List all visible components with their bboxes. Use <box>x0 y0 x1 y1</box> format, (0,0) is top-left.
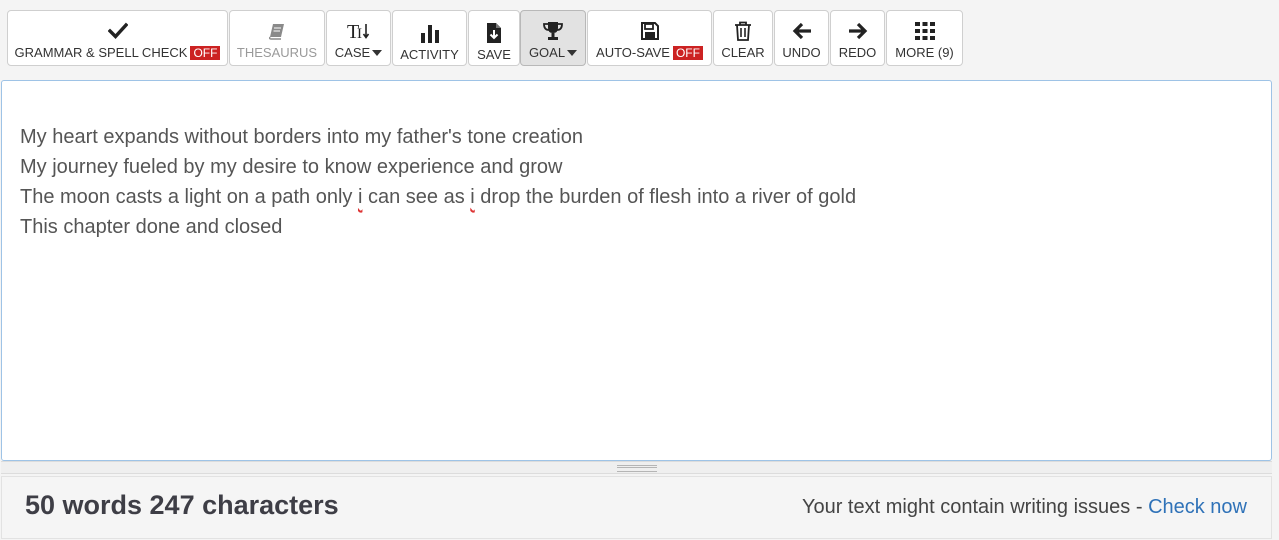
save-button[interactable]: SAVE <box>468 10 520 66</box>
status-bar: 50 words 247 characters Your text might … <box>1 476 1272 539</box>
thesaurus-button[interactable]: THESAURUS <box>229 10 325 66</box>
book-icon <box>268 20 286 42</box>
undo-label: UNDO <box>782 45 821 60</box>
word-character-count: 50 words 247 characters <box>25 490 339 520</box>
grammar-label: GRAMMAR & SPELL CHECK <box>14 45 188 60</box>
toolbar: GRAMMAR & SPELL CHECK OFF THESAURUS T I … <box>0 0 1279 78</box>
grip-icon <box>617 465 657 472</box>
chevron-down-icon <box>567 49 578 56</box>
text-case-icon: T I <box>347 20 371 42</box>
bar-chart-icon <box>420 22 440 44</box>
editor-line: My journey fueled by my desire to know e… <box>20 156 563 178</box>
editor-text: drop the burden of flesh into a river of… <box>474 186 857 208</box>
issues-text: Your text might contain writing issues - <box>801 496 1149 518</box>
case-label: CASE <box>334 45 371 60</box>
text-editor[interactable]: My heart expands without borders into my… <box>1 80 1272 461</box>
trash-icon <box>734 20 752 42</box>
activity-button[interactable]: ACTIVITY <box>392 10 467 66</box>
editor-text: can see as <box>362 186 471 208</box>
auto-save-button[interactable]: AUTO-SAVE OFF <box>587 10 712 66</box>
redo-button[interactable]: REDO <box>830 10 885 66</box>
save-file-icon <box>485 22 503 44</box>
grammar-spell-check-button[interactable]: GRAMMAR & SPELL CHECK OFF <box>7 10 228 66</box>
auto-save-off-badge: OFF <box>672 45 703 60</box>
resize-handle[interactable] <box>1 461 1272 474</box>
goal-label: GOAL <box>528 45 566 60</box>
trophy-icon <box>542 20 564 42</box>
redo-label: REDO <box>838 45 877 60</box>
check-icon <box>107 20 128 42</box>
more-label: MORE (9) <box>895 45 954 60</box>
arrow-left-icon <box>792 20 812 42</box>
editor-line: The moon casts a light on a path only i … <box>20 182 1253 212</box>
clear-button[interactable]: CLEAR <box>713 10 773 66</box>
chevron-down-icon <box>372 49 383 56</box>
goal-button[interactable]: GOAL <box>520 10 586 66</box>
thesaurus-label: THESAURUS <box>236 45 318 60</box>
activity-label: ACTIVITY <box>400 47 459 62</box>
editor-text: The moon casts a light on a path only <box>20 186 358 208</box>
writing-issues-notice: Your text might contain writing issues -… <box>802 496 1247 519</box>
more-button[interactable]: MORE (9) <box>886 10 963 66</box>
editor-line: My heart expands without borders into my… <box>20 126 583 148</box>
grid-icon <box>914 20 935 42</box>
svg-text:I: I <box>357 26 362 41</box>
editor-line: This chapter done and closed <box>20 216 283 238</box>
floppy-icon <box>640 20 660 42</box>
clear-label: CLEAR <box>721 45 765 60</box>
undo-button[interactable]: UNDO <box>774 10 829 66</box>
arrow-right-icon <box>848 20 868 42</box>
case-button[interactable]: T I CASE <box>326 10 391 66</box>
grammar-off-badge: OFF <box>190 45 221 60</box>
save-label: SAVE <box>477 47 511 62</box>
auto-save-label: AUTO-SAVE <box>596 45 670 60</box>
check-now-link[interactable]: Check now <box>1148 496 1247 518</box>
